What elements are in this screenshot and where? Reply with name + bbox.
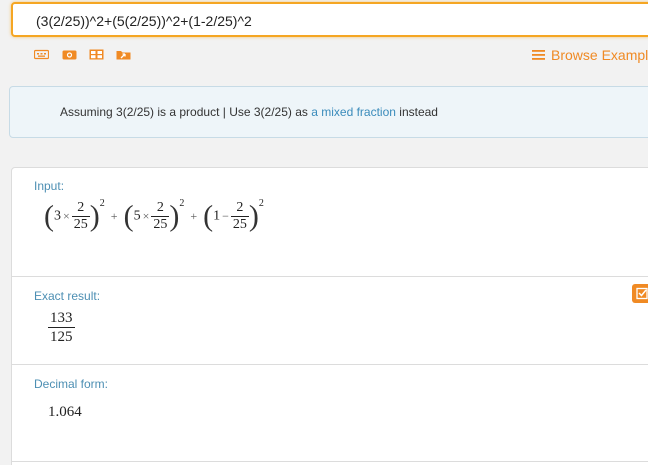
browse-examples-label: Browse Examples — [551, 47, 648, 63]
step-by-step-button[interactable] — [632, 284, 648, 303]
plus-sign: + — [110, 209, 118, 223]
plus-sign: + — [190, 209, 198, 223]
upload-icon[interactable] — [116, 49, 131, 60]
term1-coef: 3 — [54, 208, 61, 224]
term1-exponent: 2 — [99, 198, 105, 209]
exact-denominator: 125 — [50, 329, 73, 345]
keyboard-icon[interactable] — [34, 49, 49, 60]
pod-divider — [12, 461, 648, 462]
exact-result-title: Exact result: — [34, 289, 101, 303]
pod-divider — [12, 276, 648, 277]
table-icon[interactable] — [89, 49, 104, 60]
exact-numerator: 133 — [50, 310, 73, 326]
results-panel: Input: (3 × 2 25)2 + (5 × 2 25)2 + (1−2 25)2 Ex… — [11, 167, 648, 465]
checkbox-icon — [636, 287, 648, 300]
decimal-value: 1.064 — [48, 404, 82, 420]
term2-exponent: 2 — [179, 198, 185, 209]
term1-fraction: 2 25 — [71, 200, 90, 232]
term2-coef: 5 — [133, 208, 141, 224]
times-sign: × — [63, 209, 70, 223]
pod-divider — [12, 364, 648, 365]
term3-exponent: 2 — [258, 198, 264, 209]
minus-sign: − — [222, 209, 229, 223]
camera-icon[interactable] — [62, 49, 77, 60]
browse-examples-link[interactable]: Browse Examples — [532, 47, 648, 63]
input-pod-title: Input: — [34, 179, 65, 193]
term2-fraction: 2 25 — [151, 200, 170, 232]
times-sign: × — [142, 209, 150, 223]
assumption-prefix: Assuming 3(2/25) is a product | Use 3(2/… — [60, 105, 312, 119]
decimal-form-title: Decimal form: — [34, 377, 109, 391]
exact-result-value: 133 125 — [48, 309, 75, 346]
input-expression: (3 × 2 25)2 + (5 × 2 25)2 + (1−2 25)2 — [44, 198, 264, 233]
app-root: (3(2/25))^2+(5(2/25))^2+(1-2/25)^2 Brows… — [0, 0, 648, 465]
assumption-text: Assuming 3(2/25) is a product | Use 3(2/… — [60, 105, 438, 119]
term3-fraction: 2 25 — [230, 200, 249, 232]
menu-icon — [532, 50, 545, 60]
query-input[interactable]: (3(2/25))^2+(5(2/25))^2+(1-2/25)^2 — [11, 2, 648, 37]
assumption-suffix: instead — [395, 105, 438, 119]
assumption-banner: Assuming 3(2/25) is a product | Use 3(2/… — [9, 86, 648, 138]
mixed-fraction-link[interactable]: a mixed fraction — [311, 105, 396, 119]
query-text[interactable]: (3(2/25))^2+(5(2/25))^2+(1-2/25)^2 — [36, 13, 252, 29]
